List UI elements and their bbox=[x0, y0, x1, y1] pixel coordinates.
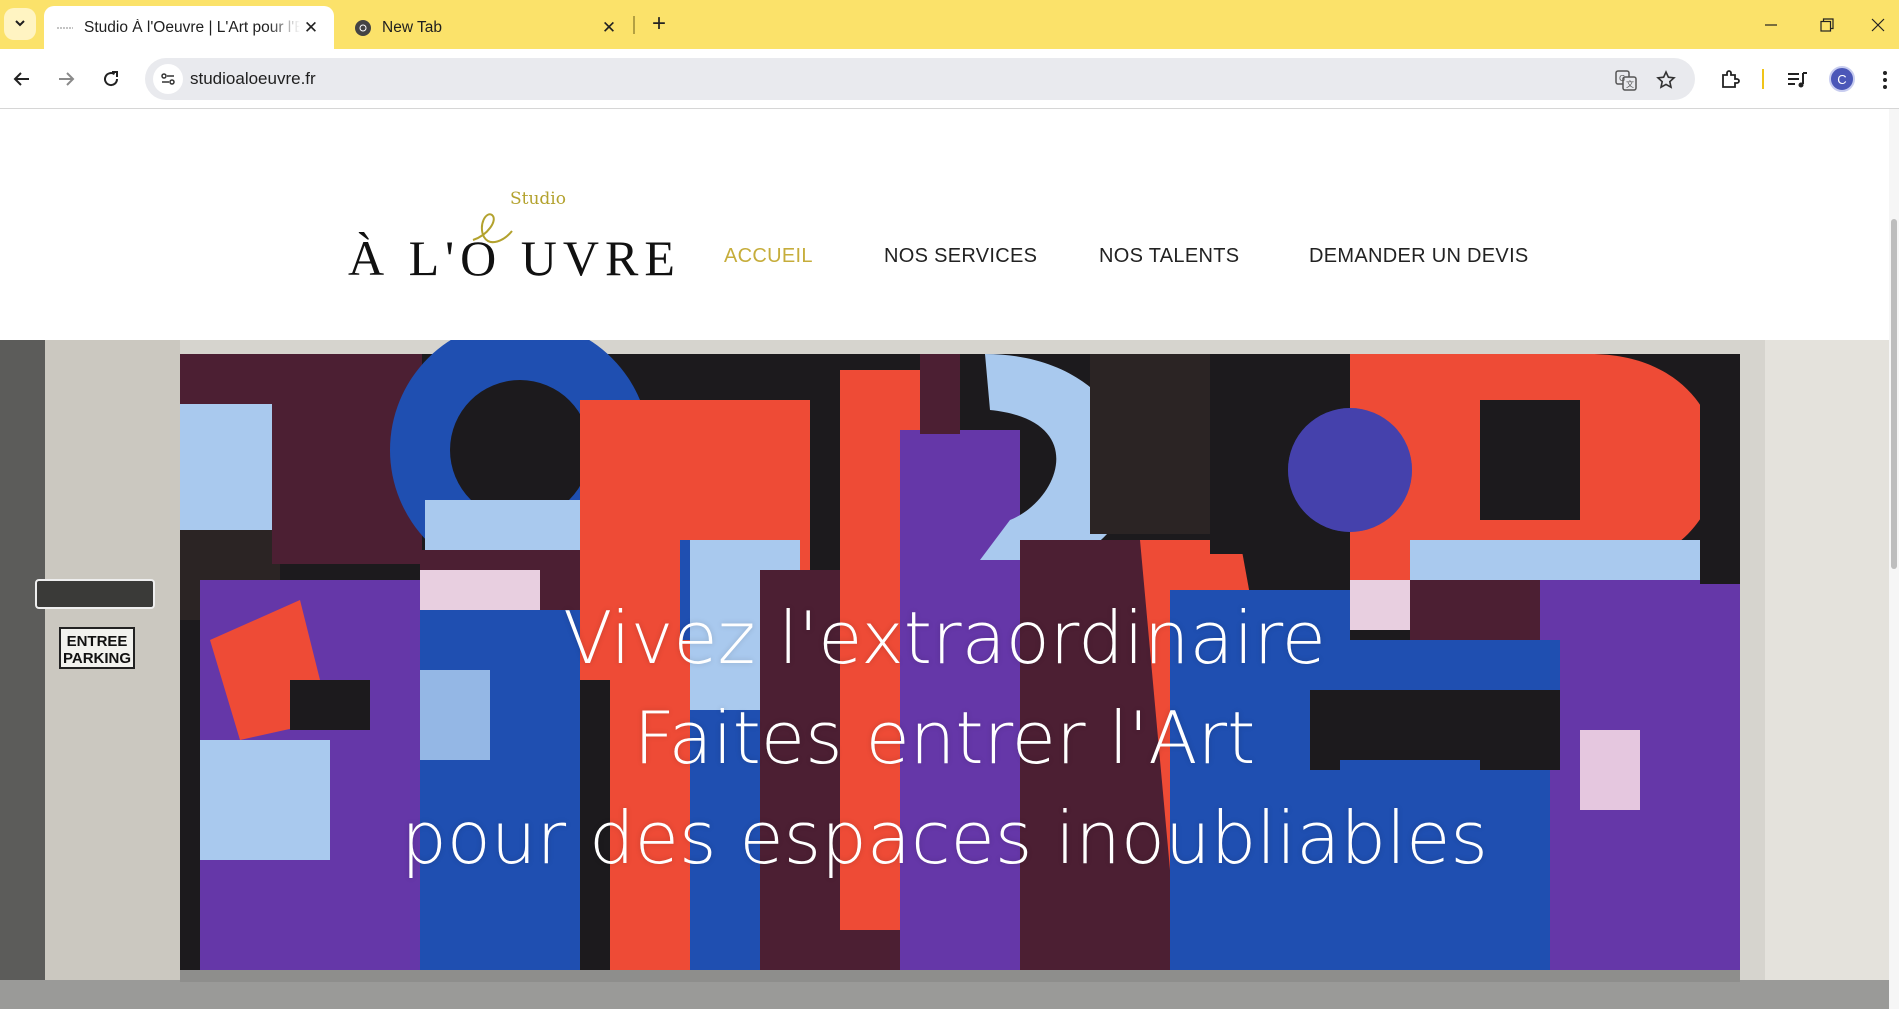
nav-accueil[interactable]: ACCUEIL bbox=[724, 245, 813, 268]
tab-title: Studio À l'Oeuvre | L'Art pour l'E bbox=[84, 18, 300, 36]
tab-strip: Studio À l'Oeuvre | L'Art pour l'E ✕ New… bbox=[0, 0, 1899, 49]
more-menu-icon[interactable] bbox=[1870, 65, 1899, 95]
logo-studio-text: Studio bbox=[510, 189, 566, 209]
new-tab-button[interactable]: + bbox=[645, 10, 673, 38]
nav-demander-un-devis[interactable]: DEMANDER UN DEVIS bbox=[1309, 245, 1529, 268]
translate-icon[interactable]: G文 bbox=[1613, 67, 1639, 93]
site-settings-icon[interactable] bbox=[153, 64, 183, 94]
close-tab-icon[interactable]: ✕ bbox=[598, 17, 620, 39]
tab-studio-a-loeuvre[interactable]: Studio À l'Oeuvre | L'Art pour l'E ✕ bbox=[44, 6, 334, 49]
chevron-down-icon bbox=[13, 16, 27, 33]
nav-nos-talents[interactable]: NOS TALENTS bbox=[1099, 245, 1239, 268]
restore-icon[interactable] bbox=[1799, 0, 1855, 49]
browser-toolbar: studioaloeuvre.fr G文 C bbox=[0, 49, 1899, 109]
address-bar[interactable]: studioaloeuvre.fr G文 bbox=[145, 58, 1695, 100]
bookmark-star-icon[interactable] bbox=[1653, 67, 1679, 93]
svg-text:G: G bbox=[1619, 74, 1625, 83]
tab-new-tab[interactable]: New Tab ✕ bbox=[342, 6, 632, 49]
arrow-right-icon bbox=[59, 72, 75, 86]
site-favicon-icon bbox=[56, 19, 74, 37]
site-logo[interactable]: Studio À L'O UVRE bbox=[348, 189, 675, 309]
profile-avatar[interactable]: C bbox=[1829, 66, 1855, 92]
hero-banner: ENTREE PARKING Vivez l'extraordinaire Fa… bbox=[0, 340, 1889, 1009]
media-controls-icon[interactable] bbox=[1782, 65, 1812, 95]
arrow-left-icon bbox=[13, 72, 29, 86]
close-window-icon[interactable] bbox=[1850, 0, 1899, 49]
logo-script-e-icon bbox=[472, 213, 513, 244]
forward-button[interactable] bbox=[49, 62, 83, 96]
hero-headline-line1: Vivez l'extraordinaire bbox=[563, 596, 1326, 680]
tab-title: New Tab bbox=[382, 18, 443, 36]
hero-headline-line3: pour des espaces inoubliables bbox=[401, 796, 1488, 880]
back-button[interactable] bbox=[5, 62, 39, 96]
tab-divider bbox=[633, 16, 635, 34]
svg-text:文: 文 bbox=[1626, 79, 1634, 89]
toolbar-divider bbox=[1762, 69, 1764, 89]
reload-icon bbox=[104, 71, 119, 87]
scrollbar-thumb[interactable] bbox=[1891, 219, 1897, 569]
close-tab-icon[interactable]: ✕ bbox=[300, 17, 322, 39]
page-scrollbar[interactable] bbox=[1889, 109, 1899, 1009]
url-text[interactable]: studioaloeuvre.fr bbox=[190, 69, 316, 89]
nav-nos-services[interactable]: NOS SERVICES bbox=[884, 245, 1037, 268]
hero-headline-line2: Faites entrer l'Art bbox=[633, 696, 1256, 780]
minimize-icon[interactable] bbox=[1743, 0, 1799, 49]
site-header: Studio À L'O UVRE ACCUEIL NOS SERVICES N… bbox=[0, 109, 1889, 340]
reload-button[interactable] bbox=[94, 62, 128, 96]
web-page: Studio À L'O UVRE ACCUEIL NOS SERVICES N… bbox=[0, 109, 1899, 1009]
tab-search-button[interactable] bbox=[4, 8, 36, 40]
chrome-icon bbox=[354, 19, 372, 37]
extensions-icon[interactable] bbox=[1715, 65, 1745, 95]
